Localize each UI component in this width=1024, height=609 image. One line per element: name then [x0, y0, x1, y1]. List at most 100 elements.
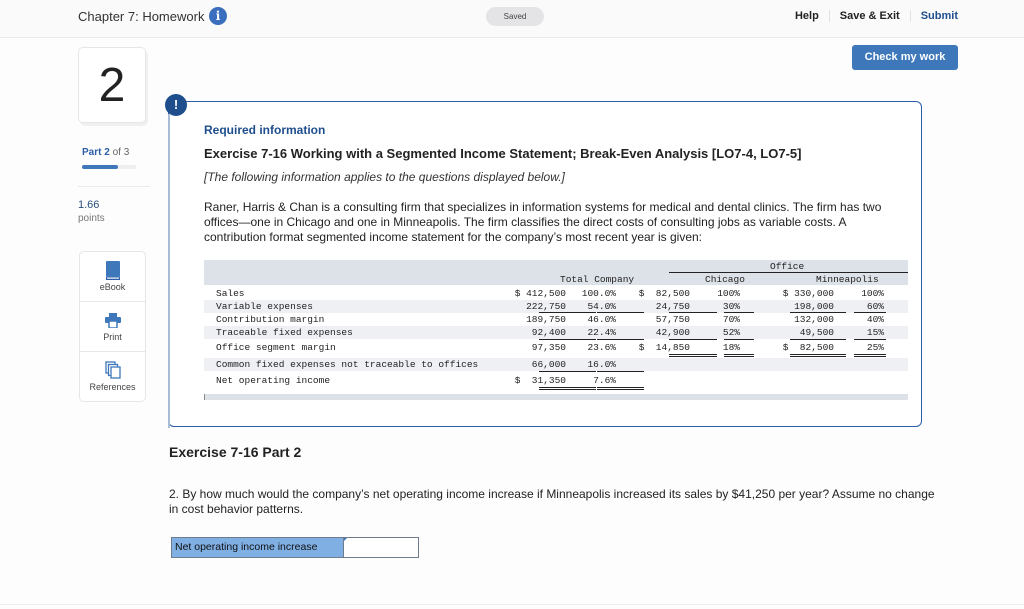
print-label: Print [103, 332, 122, 342]
subtotal-rule [790, 339, 846, 340]
cell-min-pct: 25% [866, 342, 884, 353]
statement-row: Common fixed expenses not traceable to o… [204, 358, 908, 371]
question-text: 2. By how much would the company’s net o… [169, 487, 935, 516]
points-label: points [78, 213, 105, 224]
subtotal-rule [854, 339, 886, 340]
top-bar: Chapter 7: Homework i Saved Help Save & … [0, 0, 1024, 38]
subtotal-rule [597, 312, 644, 313]
row-label: Net operating income [216, 375, 331, 386]
total-double-rule [597, 387, 644, 390]
subtotal-rule [669, 339, 717, 340]
cell-total: 97,350 [531, 342, 566, 353]
references-button[interactable]: References [80, 352, 145, 402]
cell-chi: $ 14,850 [638, 342, 690, 353]
statement-row: Net operating income $ 31,350 7.6% [204, 374, 908, 387]
header-nav: Help Save & Exit Submit [785, 10, 958, 22]
row-label: Variable expenses [216, 301, 313, 312]
bottom-divider [0, 604, 1024, 605]
ebook-label: eBook [99, 282, 126, 292]
row-label: Contribution margin [216, 314, 325, 325]
cell-total: 189,750 [526, 314, 566, 325]
cell-chi-pct: 100% [717, 288, 740, 299]
cell-total-pct: 100.0% [581, 288, 616, 299]
part-total: of 3 [112, 147, 130, 158]
total-double-rule [669, 354, 717, 357]
statement-row: Contribution margin 189,750 46.0% 57,750 70%… [204, 313, 908, 326]
cell-chi: 42,900 [655, 327, 690, 338]
total-double-rule [854, 354, 886, 357]
cell-total: $ 31,350 [514, 375, 566, 386]
part-progress-fill [82, 165, 119, 169]
points-value: 1.66 [78, 199, 100, 211]
cell-min: 132,000 [794, 314, 834, 325]
part-heading: Exercise 7-16 Part 2 [169, 444, 302, 460]
subtotal-rule [539, 371, 596, 372]
subtotal-rule [669, 312, 717, 313]
cell-total-pct: 7.6% [593, 375, 616, 386]
part-current: 2 [104, 147, 110, 158]
submit-link[interactable]: Submit [909, 10, 958, 22]
check-my-work-button[interactable]: Check my work [852, 45, 958, 70]
cell-total: 92,400 [531, 327, 566, 338]
total-double-rule [539, 387, 596, 390]
statement-row: Office segment margin 97,350 23.6% $ 14,850… [204, 341, 908, 354]
cell-total: $ 412,500 [514, 288, 566, 299]
sidebar-divider [78, 186, 150, 187]
question-number: 2 [78, 47, 146, 123]
cell-min-pct: 40% [866, 314, 884, 325]
table-footer-band [204, 394, 908, 400]
table-footer-tick [204, 394, 205, 400]
exercise-description: Raner, Harris & Chan is a consulting fir… [204, 200, 882, 244]
cell-min: 49,500 [799, 327, 834, 338]
cell-min-pct: 100% [861, 288, 884, 299]
row-label: Common fixed expenses not traceable to o… [216, 359, 479, 370]
col-header-minneapolis: Minneapolis [816, 274, 879, 285]
subtotal-rule [539, 339, 596, 340]
cell-chi-pct: 70% [722, 314, 740, 325]
subtotal-rule [724, 312, 754, 313]
printer-icon [80, 310, 145, 330]
help-link[interactable]: Help [785, 10, 829, 22]
subtotal-rule [597, 339, 644, 340]
ebook-button[interactable]: eBook [80, 252, 145, 302]
subtotal-rule [724, 339, 754, 340]
row-label: Sales [216, 288, 245, 299]
cell-total-pct: 46.0% [587, 314, 616, 325]
cell-chi: $ 82,500 [638, 288, 690, 299]
cell-total-pct: 16.0% [587, 359, 616, 370]
answer-row: Net operating income increase [171, 537, 419, 558]
row-label: Office segment margin [216, 342, 336, 353]
assignment-title: Chapter 7: Homework [78, 9, 205, 24]
subtotal-rule [790, 312, 846, 313]
total-double-rule [790, 354, 846, 357]
cell-total-pct: 22.4% [587, 327, 616, 338]
office-header-rule [669, 272, 908, 273]
subtotal-rule [854, 312, 886, 313]
row-label: Traceable fixed expenses [216, 327, 353, 338]
info-icon[interactable]: i [209, 7, 227, 25]
saved-status-badge: Saved [486, 7, 544, 26]
cell-total-pct: 23.6% [587, 342, 616, 353]
exercise-title: Exercise 7-16 Working with a Segmented I… [204, 146, 802, 161]
cell-min-pct: 15% [866, 327, 884, 338]
statement-row: Traceable fixed expenses 92,400 22.4% 42,90… [204, 326, 908, 339]
part-indicator: Part 2 of 3 [82, 147, 129, 158]
col-header-total: Total Company [560, 274, 635, 285]
exercise-note: [The following information applies to th… [204, 170, 565, 184]
net-operating-income-increase-input[interactable] [344, 538, 418, 557]
references-label: References [89, 382, 136, 392]
cell-chi-pct: 52% [722, 327, 740, 338]
subtotal-rule [597, 371, 644, 372]
part-progress-bar [82, 165, 136, 169]
book-icon [80, 260, 145, 280]
cell-min: $ 82,500 [782, 342, 834, 353]
cell-total: 66,000 [531, 359, 566, 370]
print-button[interactable]: Print [80, 302, 145, 352]
segmented-income-statement: Office Total Company Chicago Minneapolis… [204, 260, 908, 400]
subtotal-rule [539, 312, 596, 313]
required-info-heading: Required information [204, 123, 326, 137]
cell-min: $ 330,000 [782, 288, 834, 299]
cell-chi-pct: 18% [722, 342, 740, 353]
copy-icon [80, 360, 145, 380]
save-exit-link[interactable]: Save & Exit [828, 10, 910, 22]
